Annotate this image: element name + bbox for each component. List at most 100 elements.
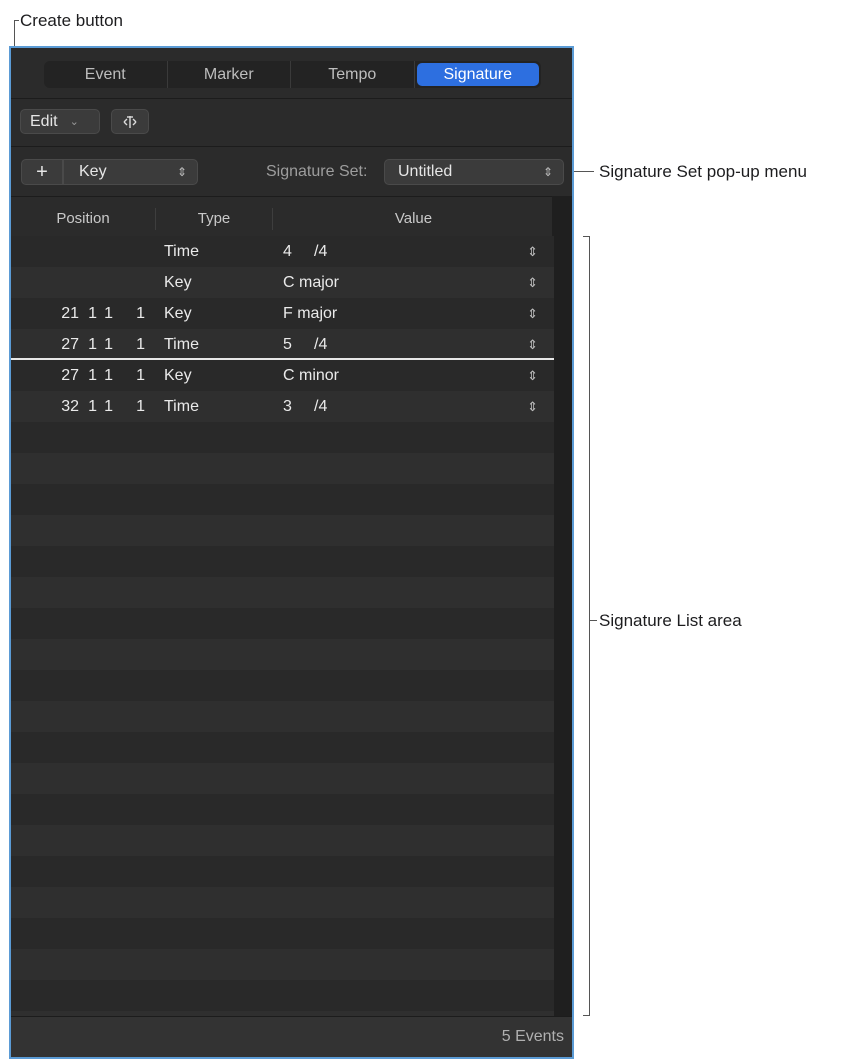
position-beat: 1 bbox=[88, 366, 97, 384]
link-button[interactable] bbox=[111, 109, 149, 134]
table-row[interactable]: 32 1 1 1 Time 3/4 ⇕ bbox=[11, 391, 554, 422]
stepper-arrows-icon[interactable]: ⇕ bbox=[527, 391, 538, 422]
position-bar: 27 bbox=[61, 366, 79, 384]
empty-row[interactable] bbox=[11, 887, 554, 918]
list-area-callout: Signature List area bbox=[599, 611, 742, 630]
position-division: 1 bbox=[104, 304, 113, 322]
signature-list: Time 4/4 ⇕ Key C major ⇕ 21 1 1 1 Key F major ⇕ 27 1 1 1… bbox=[11, 236, 554, 1042]
signature-set-popup[interactable]: Untitled ⇕ bbox=[384, 159, 564, 185]
status-bar: 5 Events bbox=[11, 1016, 572, 1057]
empty-row[interactable] bbox=[11, 949, 554, 980]
empty-row[interactable] bbox=[11, 794, 554, 825]
divider bbox=[11, 146, 572, 147]
tab-marker[interactable]: Marker bbox=[168, 61, 291, 88]
create-button-callout: Create button bbox=[20, 11, 124, 30]
chevron-down-icon: ⌄ bbox=[69, 116, 79, 128]
type-cell: Key bbox=[164, 304, 192, 322]
list-area-leader bbox=[589, 620, 597, 621]
signature-set-value: Untitled bbox=[398, 163, 453, 180]
tab-event[interactable]: Event bbox=[44, 61, 168, 88]
empty-row[interactable] bbox=[11, 825, 554, 856]
empty-row[interactable] bbox=[11, 422, 554, 453]
signature-set-callout: Signature Set pop-up menu bbox=[599, 162, 807, 181]
create-type-popup[interactable]: Key ⇕ bbox=[63, 159, 198, 185]
empty-row[interactable] bbox=[11, 670, 554, 701]
position-bar: 27 bbox=[61, 335, 79, 353]
stepper-arrows-icon[interactable]: ⇕ bbox=[527, 267, 538, 298]
type-cell: Key bbox=[164, 273, 192, 291]
signature-list-window: Event Marker Tempo Signature Edit ⌄ + Ke… bbox=[9, 46, 574, 1059]
column-position[interactable]: Position bbox=[11, 200, 155, 236]
stepper-arrows-icon[interactable]: ⇕ bbox=[527, 298, 538, 329]
position-tick: 1 bbox=[136, 335, 145, 353]
position-division bbox=[99, 267, 113, 298]
plus-icon: + bbox=[36, 160, 48, 183]
empty-row[interactable] bbox=[11, 918, 554, 949]
position-beat bbox=[83, 267, 97, 298]
value-denominator: /4 bbox=[314, 242, 328, 260]
value-denominator: /4 bbox=[314, 397, 328, 415]
table-row[interactable]: 27 1 1 1 Key C minor ⇕ bbox=[11, 360, 554, 391]
empty-row[interactable] bbox=[11, 763, 554, 794]
divider bbox=[11, 196, 572, 197]
type-cell: Time bbox=[164, 397, 199, 415]
stepper-arrows-icon[interactable]: ⇕ bbox=[527, 236, 538, 267]
column-header: Position Type Value bbox=[11, 200, 554, 236]
position-bar: 32 bbox=[61, 397, 79, 415]
empty-row[interactable] bbox=[11, 577, 554, 608]
stepper-arrows-icon: ⇕ bbox=[542, 165, 553, 179]
type-cell: Time bbox=[164, 335, 199, 353]
empty-row[interactable] bbox=[11, 732, 554, 763]
value-denominator bbox=[314, 298, 374, 329]
position-division bbox=[99, 236, 113, 267]
tab-tempo[interactable]: Tempo bbox=[291, 61, 415, 88]
table-row[interactable]: Key C major ⇕ bbox=[11, 267, 554, 298]
list-area-bracket-vertical bbox=[589, 236, 590, 1015]
value-denominator bbox=[314, 360, 374, 391]
edit-label: Edit bbox=[30, 112, 58, 130]
empty-row[interactable] bbox=[11, 639, 554, 670]
empty-row[interactable] bbox=[11, 546, 554, 577]
empty-row[interactable] bbox=[11, 453, 554, 484]
value-denominator bbox=[314, 267, 374, 298]
position-tick: 1 bbox=[136, 304, 145, 322]
empty-row[interactable] bbox=[11, 980, 554, 1011]
empty-row[interactable] bbox=[11, 608, 554, 639]
type-cell: Time bbox=[164, 242, 199, 260]
create-button-leader-tick bbox=[14, 20, 19, 21]
type-cell: Key bbox=[164, 366, 192, 384]
table-row[interactable]: Time 4/4 ⇕ bbox=[11, 236, 554, 267]
position-tick: 1 bbox=[136, 366, 145, 384]
table-row[interactable]: 21 1 1 1 Key F major ⇕ bbox=[11, 298, 554, 329]
list-area-bracket-bottom bbox=[583, 1015, 590, 1016]
event-count: 5 Events bbox=[501, 1028, 564, 1045]
position-tick bbox=[129, 236, 145, 267]
empty-row[interactable] bbox=[11, 856, 554, 887]
position-beat: 1 bbox=[88, 335, 97, 353]
position-division: 1 bbox=[104, 397, 113, 415]
vertical-scrollbar[interactable] bbox=[552, 196, 572, 1016]
position-division: 1 bbox=[104, 366, 113, 384]
divider bbox=[11, 98, 572, 99]
edit-menu-button[interactable]: Edit ⌄ bbox=[20, 109, 100, 134]
empty-row[interactable] bbox=[11, 484, 554, 515]
link-icon bbox=[123, 115, 137, 128]
value-denominator: /4 bbox=[314, 335, 328, 353]
table-row[interactable]: 27 1 1 1 Time 5/4 ⇕ bbox=[11, 329, 554, 360]
tab-signature[interactable]: Signature bbox=[416, 63, 539, 86]
create-button[interactable]: + bbox=[21, 159, 63, 185]
stepper-arrows-icon[interactable]: ⇕ bbox=[527, 360, 538, 391]
position-tick: 1 bbox=[136, 397, 145, 415]
position-beat bbox=[83, 236, 97, 267]
list-tabs: Event Marker Tempo Signature bbox=[44, 61, 541, 88]
column-value[interactable]: Value bbox=[273, 200, 554, 236]
signature-set-label: Signature Set: bbox=[266, 163, 368, 180]
stepper-arrows-icon[interactable]: ⇕ bbox=[527, 329, 538, 360]
stepper-arrows-icon: ⇕ bbox=[176, 165, 187, 179]
empty-row[interactable] bbox=[11, 515, 554, 546]
empty-row[interactable] bbox=[11, 701, 554, 732]
position-bar bbox=[51, 236, 79, 267]
position-bar bbox=[51, 267, 79, 298]
column-type[interactable]: Type bbox=[156, 200, 272, 236]
create-type-label: Key bbox=[79, 163, 107, 180]
